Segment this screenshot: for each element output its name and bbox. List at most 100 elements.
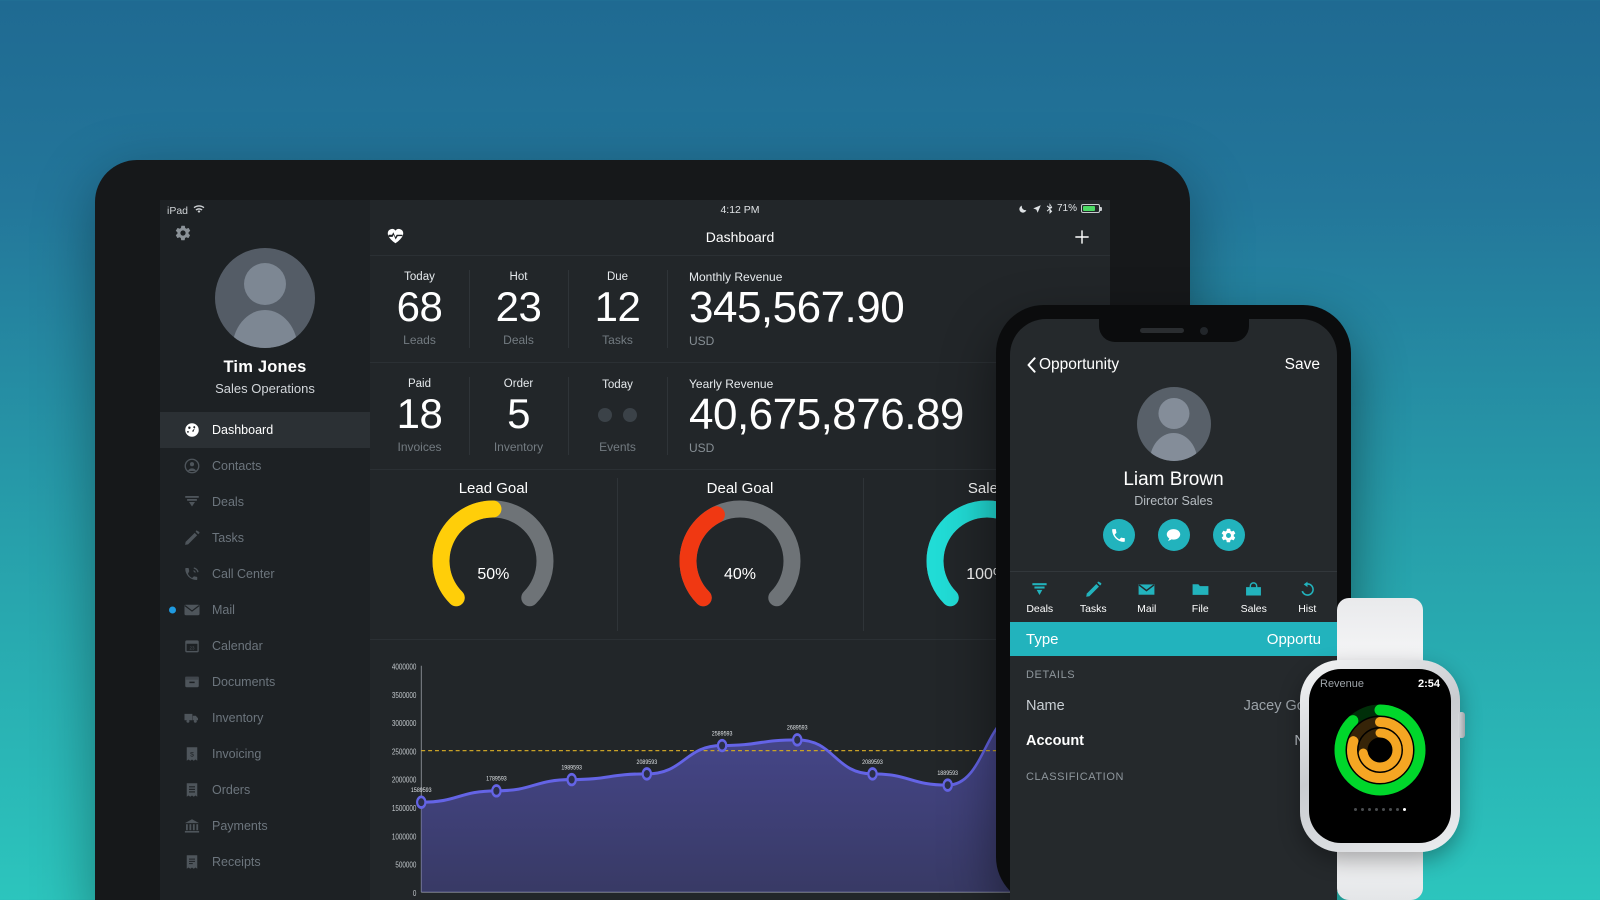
phone-icon <box>1112 528 1125 542</box>
sidebar-item-calendar[interactable]: 23 Calendar <box>160 628 370 664</box>
sidebar-item-deals[interactable]: Deals <box>160 484 370 520</box>
receipt-dollar-icon: $ <box>186 747 198 761</box>
sidebar-item-inventory[interactable]: Inventory <box>160 700 370 736</box>
svg-text:500000: 500000 <box>395 860 416 870</box>
kpi-sublabel: Inventory <box>493 439 544 454</box>
phone-tab-label: Deals <box>1026 603 1054 615</box>
navbar-title: Dashboard <box>705 228 775 245</box>
kpi-tile-invoices[interactable]: Paid 18 Invoices <box>370 363 469 469</box>
detail-row-name[interactable]: Name Jacey Good <box>1010 688 1337 723</box>
sidebar-item-label: Call Center <box>212 567 275 581</box>
gear-icon <box>175 225 191 241</box>
sidebar-item-label: Documents <box>212 675 276 689</box>
bluetooth-icon <box>1046 203 1053 214</box>
add-button[interactable] <box>1072 227 1092 247</box>
avatar-placeholder-icon <box>1136 387 1211 461</box>
sidebar-item-label: Mail <box>212 603 235 617</box>
loading-dots <box>598 393 637 437</box>
kpi-caption: Today <box>404 271 435 284</box>
chat-bubble-icon <box>1166 528 1181 541</box>
settings-button[interactable] <box>1212 519 1245 551</box>
phone-navbar: Opportunity Save <box>1010 345 1337 385</box>
apple-watch-device: Revenue 2:54 <box>1296 598 1465 900</box>
location-arrow-icon <box>1033 204 1041 213</box>
phone-detail-sections: DETAILS NameJacey GoodAccountNon CLASSIFIC… <box>1010 656 1337 790</box>
sidebar-item-receipts[interactable]: Receipts <box>160 844 370 880</box>
kpi-tile-tasks[interactable]: Due 12 Tasks <box>568 256 667 362</box>
order-list-icon <box>186 783 198 797</box>
sidebar-item-label: Calendar <box>212 639 263 653</box>
kpi-tile-deals[interactable]: Hot 23 Deals <box>469 256 568 362</box>
watch-header: Revenue 2:54 <box>1309 669 1451 690</box>
back-label: Opportunity <box>1039 356 1120 373</box>
gauge-arc <box>432 500 554 607</box>
svg-text:2089593: 2089593 <box>637 758 658 766</box>
sidebar-item-label: Payments <box>212 819 268 833</box>
sidebar-settings-button[interactable] <box>160 218 370 242</box>
folder-icon <box>1192 584 1209 595</box>
funnel-icon <box>1032 583 1047 596</box>
sidebar-item-orders[interactable]: Orders <box>160 772 370 808</box>
kpi-tile-leads[interactable]: Today 68 Leads <box>370 256 469 362</box>
call-button[interactable] <box>1102 519 1135 551</box>
sidebar-item-documents[interactable]: Documents <box>160 664 370 700</box>
sidebar-item-contacts[interactable]: Contacts <box>160 448 370 484</box>
back-button[interactable]: Opportunity <box>1027 356 1119 374</box>
phone-tab-mail[interactable]: Mail <box>1120 580 1174 615</box>
section-caption-details: DETAILS <box>1026 669 1076 681</box>
detail-row-account[interactable]: AccountNon <box>1010 723 1337 758</box>
gauge-title: Lead Goal <box>458 480 528 497</box>
funnel-icon <box>185 496 199 507</box>
phone-tab-label: File <box>1191 603 1209 615</box>
front-camera <box>1199 326 1208 335</box>
svg-text:2589593: 2589593 <box>712 730 733 738</box>
ipad-screen: iPad Tim Jones Sales Operations Dashboar… <box>160 200 1110 900</box>
bank-icon <box>184 819 200 833</box>
svg-text:4000000: 4000000 <box>392 662 417 672</box>
phone-tab-label: Mail <box>1137 603 1157 615</box>
kpi-tile-inventory[interactable]: Order 5 Inventory <box>469 363 568 469</box>
kpi-tile-events[interactable]: Today Events <box>568 363 667 469</box>
contact-role: Director Sales <box>1134 494 1213 508</box>
user-circle-icon <box>184 458 200 474</box>
watch-case: Revenue 2:54 <box>1300 660 1465 852</box>
watch-page-dot <box>1403 808 1406 811</box>
type-row[interactable]: Type Opportu <box>1010 622 1337 656</box>
digital-crown[interactable] <box>1458 712 1465 738</box>
heart-pulse-icon[interactable] <box>386 227 405 247</box>
sidebar-item-mail[interactable]: Mail <box>160 592 370 628</box>
save-button[interactable]: Save <box>1285 356 1320 374</box>
dashboard-gauge-icon <box>185 423 199 437</box>
sidebar-profile: Tim Jones Sales Operations <box>160 242 370 412</box>
sidebar-item-dashboard[interactable]: Dashboard <box>160 412 370 448</box>
phone-tab-bar: Deals Tasks Mail File Sales Hist <box>1010 571 1337 622</box>
message-button[interactable] <box>1157 519 1190 551</box>
sidebar-item-invoicing[interactable]: $ Invoicing <box>160 736 370 772</box>
phone-tab-tasks[interactable]: Tasks <box>1067 580 1121 615</box>
gauge-deal-goal: Deal Goal 40% <box>616 470 864 639</box>
envelope-icon <box>1138 584 1155 595</box>
activity-rings-chart <box>1334 704 1426 796</box>
kpi-sublabel: Events <box>599 439 636 454</box>
svg-text:1500000: 1500000 <box>392 803 417 813</box>
kpi-sublabel: Tasks <box>602 332 633 347</box>
sidebar-item-tasks[interactable]: Tasks <box>160 520 370 556</box>
kpi-value: 18 <box>396 390 443 438</box>
phone-tab-sales[interactable]: Sales <box>1227 580 1281 615</box>
kpi-sublabel: Invoices <box>397 439 442 454</box>
shopping-bag-icon <box>1246 582 1262 596</box>
svg-text:1000000: 1000000 <box>392 832 417 842</box>
status-right-group: 71% <box>1018 203 1102 214</box>
ipad-device-label: iPad <box>167 204 189 217</box>
phone-tab-deals[interactable]: Deals <box>1013 580 1067 615</box>
type-row-key: Type <box>1026 630 1059 648</box>
sidebar-item-call-center[interactable]: Call Center <box>160 556 370 592</box>
status-time: 4:12 PM <box>720 204 760 216</box>
kpi-caption: Hot <box>509 271 528 284</box>
phone-action-buttons <box>1010 519 1337 551</box>
plus-icon <box>1075 229 1089 244</box>
sidebar-item-payments[interactable]: Payments <box>160 808 370 844</box>
svg-text:1789593: 1789593 <box>486 775 507 783</box>
sidebar-nav-list: Dashboard Contacts Deals Tasks Call Center Ma… <box>160 412 370 880</box>
phone-tab-file[interactable]: File <box>1174 580 1228 615</box>
